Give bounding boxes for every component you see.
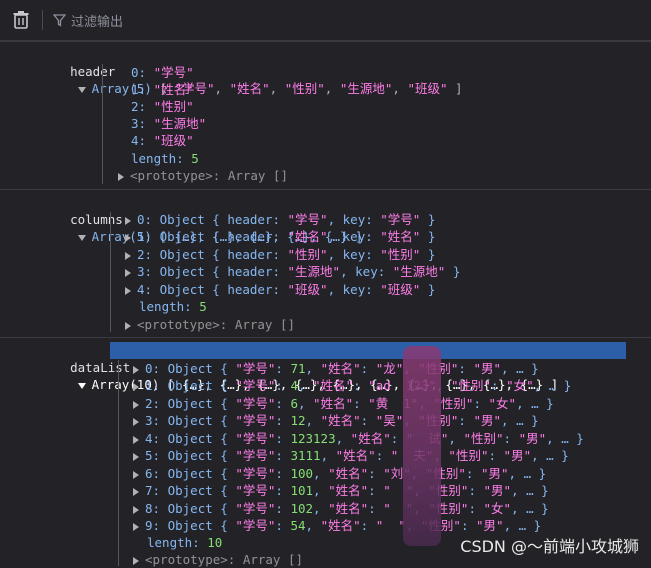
array-item: 3: "生源地"	[131, 116, 207, 131]
array-item: 1: "姓名"	[131, 82, 194, 97]
prototype-row[interactable]: <prototype>: Array []	[118, 167, 288, 184]
tree-guide	[110, 212, 111, 332]
header-summary-row[interactable]: header Array(5) [ "学号", "姓名", "性别", "生源地…	[40, 46, 462, 96]
console-toolbar: 过滤输出	[0, 0, 651, 41]
filter-output-input[interactable]: 过滤输出	[53, 11, 123, 30]
array-length: length: 5	[131, 151, 199, 166]
object-row[interactable]: 2: Object { "学号": 6, "姓名": "黄 1", "性别": …	[133, 395, 554, 412]
header-variable-name: header	[70, 64, 116, 79]
object-row[interactable]: 0: Object { header: "学号", key: "学号" }	[125, 211, 435, 228]
expand-triangle-icon[interactable]	[133, 417, 139, 426]
datalist-summary-row[interactable]: dataList Array(10) [ {…}, {…}, {…}, {…},…	[40, 342, 558, 392]
prototype-row[interactable]: <prototype>: Array []	[133, 551, 303, 568]
log-entry-header: header Array(5) [ "学号", "姓名", "性别", "生源地…	[0, 41, 651, 189]
summary-item: "性别"	[284, 81, 325, 96]
expand-triangle-icon[interactable]	[133, 400, 139, 409]
expand-triangle-icon[interactable]	[133, 435, 139, 444]
expand-triangle-icon[interactable]	[133, 365, 139, 374]
object-row[interactable]: 8: Object { "学号": 102, "姓名": " ", "性别": …	[133, 500, 549, 517]
object-row[interactable]: 0: Object { "学号": 71, "姓名": "龙", "性别": "…	[133, 360, 539, 377]
log-entry-columns: columns Array(5) [ {…}, {…}, {…}, {…}, {…	[0, 189, 651, 337]
expand-triangle-icon[interactable]	[77, 86, 86, 93]
expand-triangle-icon[interactable]	[133, 452, 139, 461]
redaction-blur	[403, 346, 441, 546]
watermark: CSDN @～前端小攻城狮	[460, 537, 639, 556]
object-row[interactable]: 3: Object { header: "生源地", key: "生源地" }	[125, 263, 460, 280]
object-row[interactable]: 7: Object { "学号": 101, "姓名": " ", "性别": …	[133, 482, 549, 499]
tree-guide	[102, 64, 103, 184]
summary-item: "姓名"	[229, 81, 270, 96]
expand-triangle-icon[interactable]	[133, 487, 139, 496]
array-item: 0: "学号"	[131, 65, 194, 80]
filter-placeholder: 过滤输出	[71, 14, 124, 30]
expand-triangle-icon[interactable]	[133, 556, 139, 565]
toolbar-divider	[42, 10, 43, 30]
array-item: 2: "性别"	[131, 99, 194, 114]
expand-triangle-icon[interactable]	[77, 382, 86, 389]
trash-icon[interactable]	[12, 11, 30, 29]
object-row[interactable]: 3: Object { "学号": 12, "姓名": "吴", "性别": "…	[133, 412, 539, 429]
columns-variable-name: columns	[70, 212, 123, 227]
array-length: length: 5	[139, 299, 207, 314]
object-row[interactable]: 2: Object { header: "性别", key: "性别" }	[125, 246, 435, 263]
summary-item: "班级"	[407, 81, 448, 96]
tree-guide	[118, 360, 119, 566]
object-row[interactable]: 6: Object { "学号": 100, "姓名": "刘", "性别": …	[133, 465, 546, 482]
array-item: 4: "班级"	[131, 133, 194, 148]
object-row[interactable]: 1: Object { header: "姓名", key: "姓名" }	[125, 228, 435, 245]
object-row[interactable]: 4: Object { header: "班级", key: "班级" }	[125, 281, 435, 298]
expand-triangle-icon[interactable]	[133, 522, 139, 531]
array-length: length: 10	[147, 535, 223, 550]
log-entry-datalist: dataList Array(10) [ {…}, {…}, {…}, {…},…	[0, 337, 651, 568]
expand-triangle-icon[interactable]	[133, 505, 139, 514]
object-row[interactable]: 4: Object { "学号": 123123, "姓名": " 试", "性…	[133, 430, 584, 447]
columns-summary-row[interactable]: columns Array(5) [ {…}, {…}, {…}, {…}, {…	[40, 194, 362, 244]
expand-triangle-icon[interactable]	[77, 234, 86, 241]
object-row[interactable]: 5: Object { "学号": 3111, "姓名": " 夫", "性别"…	[133, 447, 569, 464]
expand-triangle-icon[interactable]	[133, 382, 139, 391]
expand-triangle-icon[interactable]	[125, 321, 131, 330]
filter-icon	[53, 13, 66, 27]
expand-triangle-icon[interactable]	[118, 172, 124, 181]
prototype-row[interactable]: <prototype>: Array []	[125, 316, 295, 333]
summary-item: "生源地"	[339, 81, 393, 96]
expand-triangle-icon[interactable]	[133, 470, 139, 479]
object-row[interactable]: 1: Object { "学号": 4, "姓名": "ad 123", "性别…	[133, 377, 571, 394]
datalist-variable-name: dataList	[70, 360, 131, 375]
object-row[interactable]: 9: Object { "学号": 54, "姓名": " ", "性别": "…	[133, 517, 541, 534]
